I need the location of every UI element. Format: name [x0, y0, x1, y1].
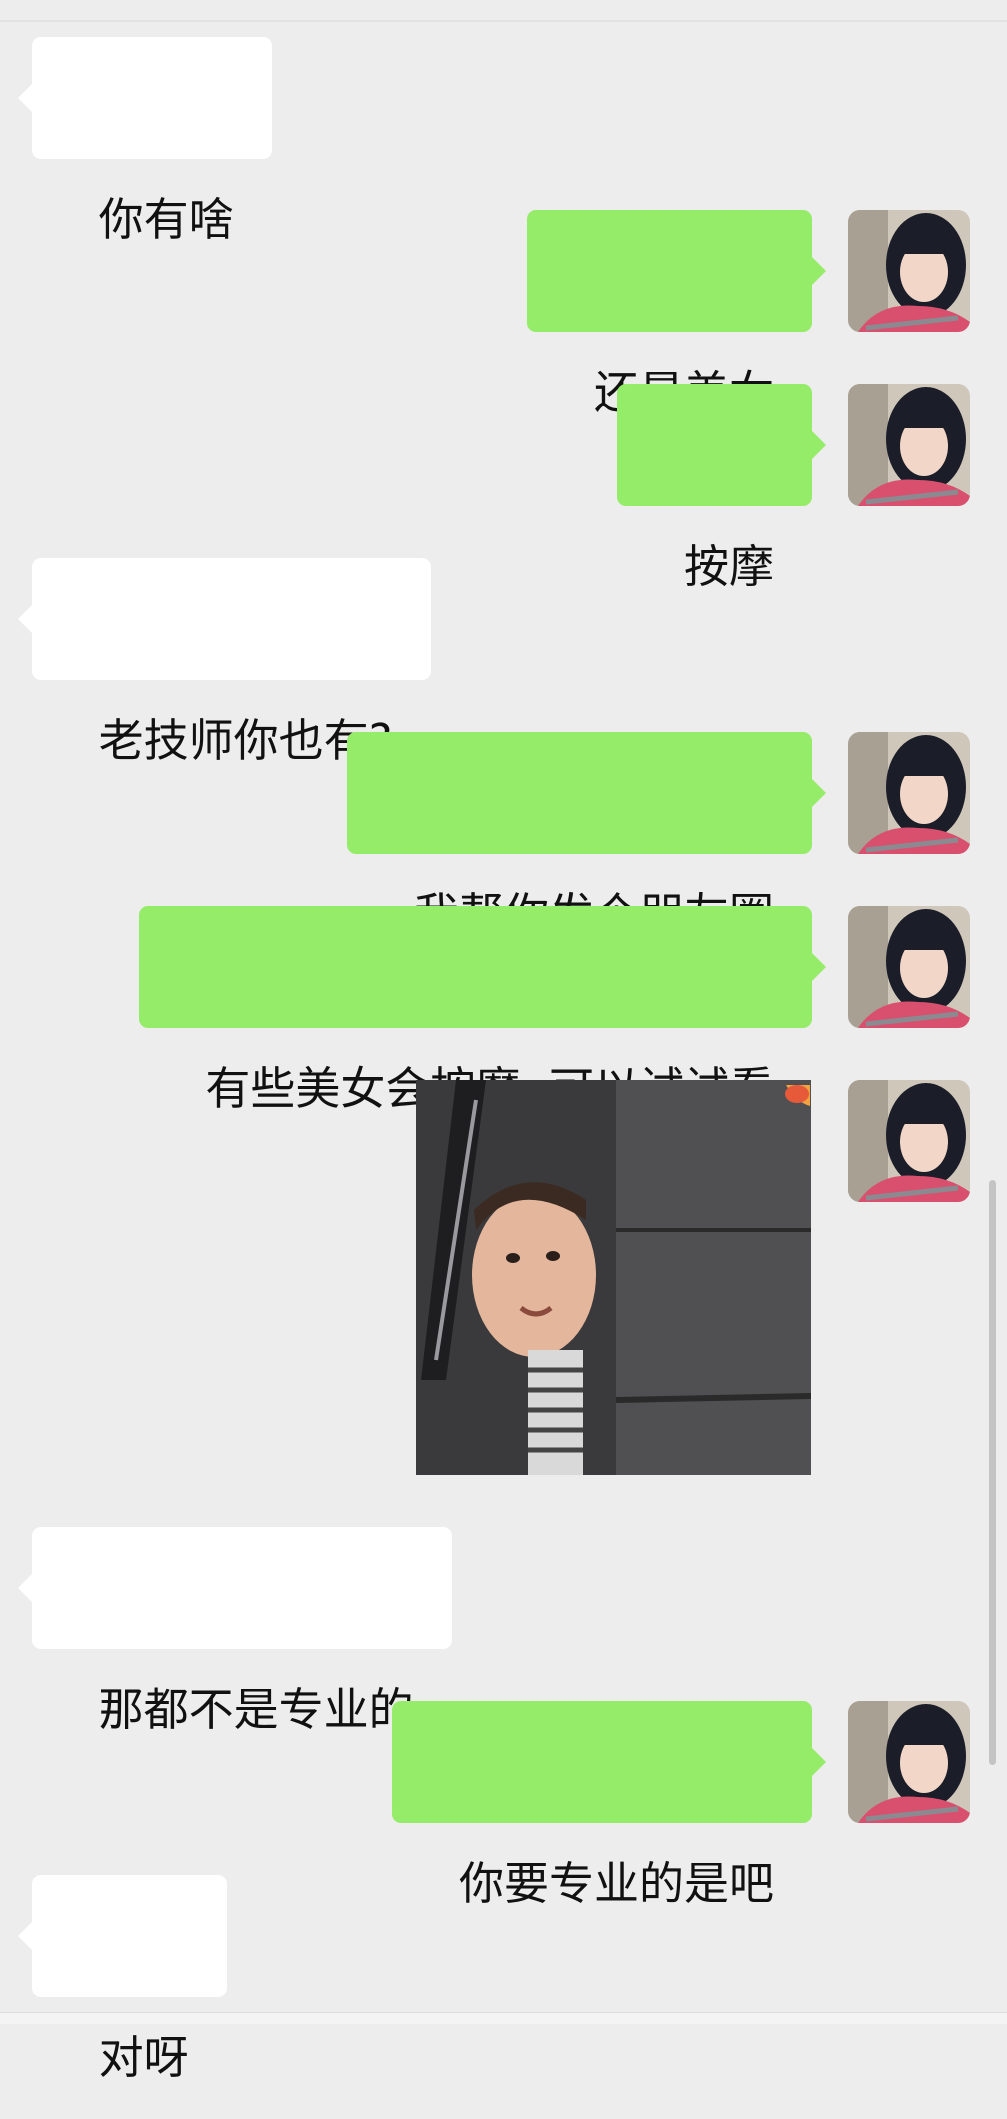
avatar-image — [848, 1701, 970, 1823]
outgoing-message-bubble[interactable]: 我帮你发个朋友圈 — [347, 732, 826, 941]
avatar[interactable] — [848, 384, 970, 506]
outgoing-message-bubble[interactable]: 你要专业的是吧 — [392, 1701, 826, 1910]
message-text: 那都不是专业的 — [98, 1683, 414, 1736]
message-text: 你要专业的是吧 — [458, 1857, 774, 1910]
header-divider — [0, 20, 1007, 22]
message-text: 对呀 — [98, 2031, 189, 2084]
incoming-message-bubble[interactable]: 老技师你也有? — [18, 558, 431, 767]
avatar-image — [848, 1080, 970, 1202]
outgoing-message-bubble[interactable]: 有些美女会按摩 可以试试看 — [138, 906, 827, 1115]
avatar[interactable] — [848, 210, 970, 332]
incoming-message-bubble[interactable]: 那都不是专业的 — [18, 1527, 452, 1736]
avatar[interactable] — [848, 732, 970, 854]
baby-peeking-sticker-icon — [416, 1080, 811, 1475]
outgoing-message-bubble[interactable]: 还是美女 — [527, 210, 826, 419]
avatar[interactable] — [848, 1701, 970, 1823]
message-text: 你有啥 — [98, 193, 234, 246]
avatar-image — [848, 210, 970, 332]
avatar-image — [848, 732, 970, 854]
message-text: 按摩 — [683, 540, 774, 593]
incoming-message-bubble[interactable]: 你有啥 — [18, 37, 272, 246]
avatar-image — [848, 384, 970, 506]
scrollbar[interactable] — [989, 1180, 996, 1765]
avatar[interactable] — [848, 906, 970, 1028]
incoming-message-bubble[interactable]: 对呀 — [18, 1875, 227, 2084]
sticker-message[interactable] — [416, 1080, 811, 1475]
avatar-image — [848, 906, 970, 1028]
input-bar-edge — [0, 2012, 1007, 2024]
avatar[interactable] — [848, 1080, 970, 1202]
outgoing-message-bubble[interactable]: 按摩 — [617, 384, 826, 593]
